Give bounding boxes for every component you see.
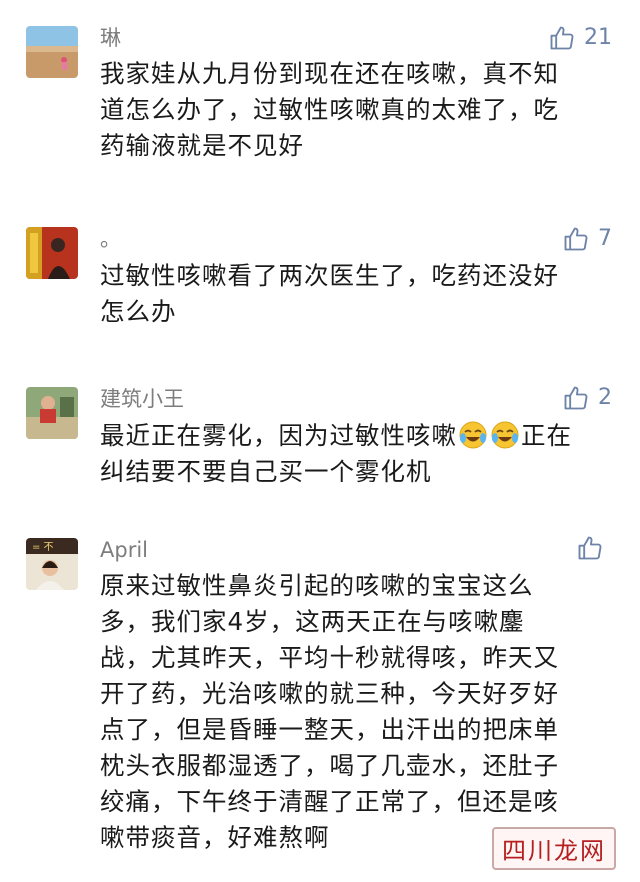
avatar[interactable]: = 不 bbox=[26, 538, 78, 590]
like-count: 21 bbox=[584, 25, 612, 50]
comment-line: 过敏性咳嗽看了两次医生了，吃药还没好 bbox=[100, 261, 559, 290]
comment-text: 过敏性咳嗽看了两次医生了，吃药还没好 怎么办 bbox=[100, 258, 620, 330]
thumbs-up-icon bbox=[550, 26, 574, 50]
comment-line: 原来过敏性鼻炎引起的咳嗽的宝宝这么 bbox=[100, 571, 534, 600]
comment-line: 多，我们家4岁，这两天正在与咳嗽鏖 bbox=[100, 607, 525, 636]
commenter-name[interactable]: 琳 bbox=[100, 25, 121, 51]
comment-line: 枕头衣服都湿透了，喝了几壶水，还肚子 bbox=[100, 751, 559, 780]
like-button[interactable]: 7 bbox=[562, 225, 612, 253]
thumbs-up-icon bbox=[578, 536, 602, 560]
avatar[interactable] bbox=[26, 227, 78, 279]
svg-text:= 不: = 不 bbox=[32, 542, 54, 553]
commenter-name[interactable]: 建筑小王 bbox=[100, 386, 184, 412]
laughing-tears-emoji bbox=[491, 421, 519, 449]
comment-line: 纠结要不要自己买一个雾化机 bbox=[100, 457, 432, 486]
comment-line: 药输液就是不见好 bbox=[100, 131, 304, 160]
comment-segment: 最近正在雾化，因为过敏性咳嗽 bbox=[100, 421, 457, 450]
commenter-name[interactable]: April bbox=[100, 537, 148, 563]
commenter-name[interactable]: 。 bbox=[100, 226, 121, 252]
comment-text: 原来过敏性鼻炎引起的咳嗽的宝宝这么 多，我们家4岁，这两天正在与咳嗽鏖 战，尤其… bbox=[100, 568, 620, 856]
comment-line: 点了，但是昏睡一整天，出汗出的把床单 bbox=[100, 715, 559, 744]
like-count: 7 bbox=[598, 226, 612, 251]
thumbs-up-icon bbox=[564, 386, 588, 410]
like-count: 2 bbox=[598, 385, 612, 410]
avatar[interactable] bbox=[26, 26, 78, 78]
avatar[interactable] bbox=[26, 387, 78, 439]
comment-line: 开了药，光治咳嗽的就三种，今天好歹好 bbox=[100, 679, 559, 708]
comment-line: 我家娃从九月份到现在还在咳嗽，真不知 bbox=[100, 59, 559, 88]
comment-text: 最近正在雾化，因为过敏性咳嗽 正在 纠结要不要自己买一个雾化机 bbox=[100, 418, 620, 490]
comment-line: 最近正在雾化，因为过敏性咳嗽 正在 bbox=[100, 418, 620, 454]
laughing-tears-emoji bbox=[459, 421, 487, 449]
comment-text: 我家娃从九月份到现在还在咳嗽，真不知 道怎么办了，过敏性咳嗽真的太难了，吃 药输… bbox=[100, 56, 620, 164]
like-button[interactable] bbox=[576, 534, 612, 562]
comment-line: 绞痛，下午终于清醒了正常了，但还是咳 bbox=[100, 787, 559, 816]
comment-line: 道怎么办了，过敏性咳嗽真的太难了，吃 bbox=[100, 95, 559, 124]
thumbs-up-icon bbox=[564, 227, 588, 251]
comment-line: 怎么办 bbox=[100, 297, 177, 326]
comment-line: 战，尤其昨天，平均十秒就得咳，昨天又 bbox=[100, 643, 559, 672]
like-button[interactable]: 2 bbox=[562, 384, 612, 412]
like-button[interactable]: 21 bbox=[548, 24, 612, 52]
watermark: 四川龙网 bbox=[492, 827, 616, 870]
comment-segment: 正在 bbox=[521, 421, 572, 450]
